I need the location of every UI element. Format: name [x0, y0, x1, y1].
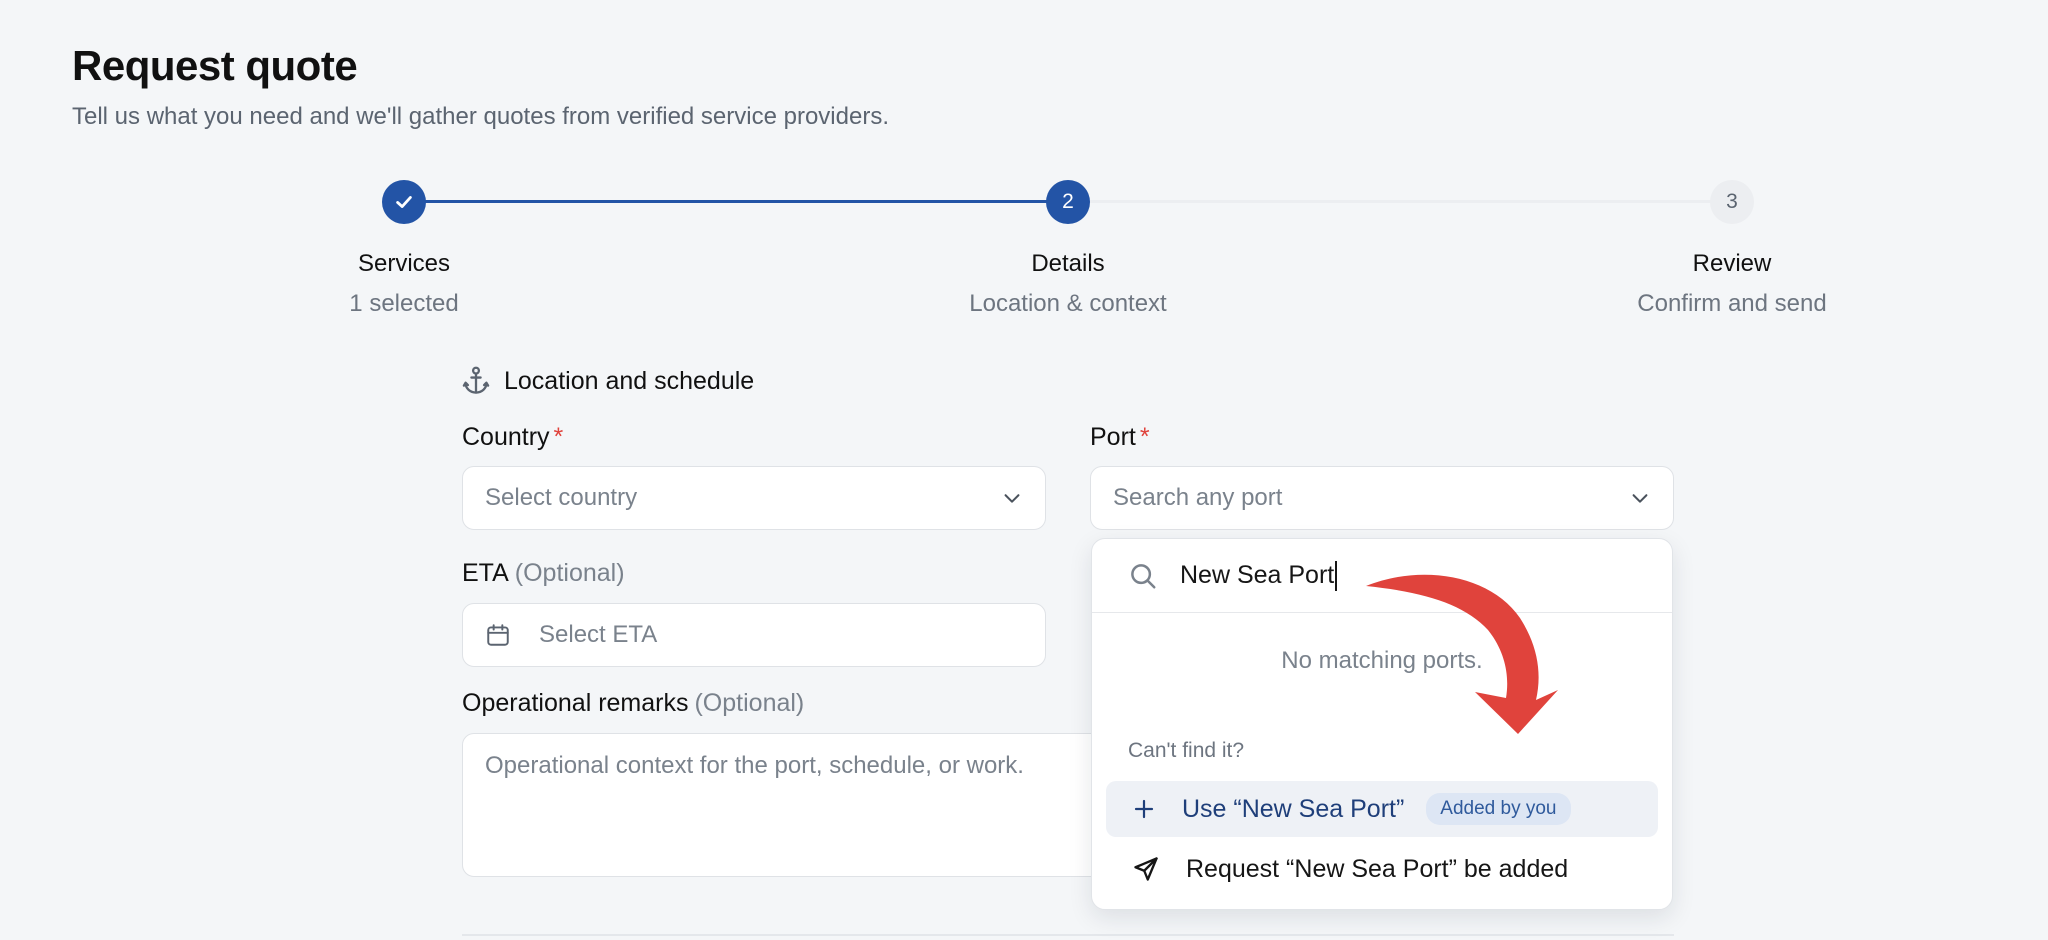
eta-date-input[interactable]: Select ETA: [462, 603, 1046, 667]
port-placeholder: Search any port: [1113, 484, 1283, 511]
progress-stepper: 2 3 Services 1 selected Details Location…: [0, 0, 2048, 330]
step-services-indicator[interactable]: [382, 180, 426, 224]
port-search-value: New Sea Port: [1180, 561, 1335, 589]
port-dropdown: New Sea Port No matching ports. Can't fi…: [1091, 538, 1673, 910]
port-label: Port *: [1090, 423, 1150, 452]
port-select[interactable]: Search any port: [1090, 466, 1674, 530]
chevron-down-icon: [1632, 494, 1648, 503]
step-review-sub: Confirm and send: [1637, 290, 1827, 317]
no-results-message: No matching ports.: [1281, 647, 1483, 674]
calendar-icon: [487, 624, 509, 646]
search-icon: [1131, 563, 1156, 588]
use-custom-port-label: Use “New Sea Port”: [1182, 794, 1405, 823]
eta-label: ETA (Optional): [462, 559, 625, 588]
port-search-value-wrap: New Sea Port: [1180, 560, 1338, 591]
step-review-indicator: 3: [1710, 180, 1754, 224]
remarks-placeholder: Operational context for the port, schedu…: [485, 752, 1024, 779]
cant-find-heading: Can't find it?: [1128, 739, 1245, 762]
country-label: Country *: [462, 423, 563, 452]
section-header: Location and schedule: [462, 366, 754, 396]
step-details-label[interactable]: Details: [918, 250, 1218, 278]
optional-hint: (Optional): [514, 559, 625, 587]
port-label-text: Port: [1090, 423, 1136, 451]
use-custom-port-option[interactable]: Use “New Sea Port” Added by you: [1106, 781, 1658, 837]
remarks-label-text: Operational remarks: [462, 689, 689, 717]
remarks-label: Operational remarks (Optional): [462, 689, 804, 718]
port-search-input[interactable]: New Sea Port: [1092, 539, 1672, 613]
stepper-line-upcoming: [1068, 200, 1732, 203]
step-services-sub: 1 selected: [349, 290, 459, 317]
country-select[interactable]: Select country: [462, 466, 1046, 530]
form-divider: [462, 934, 1674, 936]
country-placeholder: Select country: [485, 484, 638, 511]
eta-label-text: ETA: [462, 559, 509, 587]
required-mark: *: [1139, 423, 1150, 451]
step-services-label[interactable]: Services: [254, 250, 554, 278]
request-port-label: Request “New Sea Port” be added: [1186, 854, 1569, 883]
country-label-text: Country: [462, 423, 550, 451]
request-port-option[interactable]: Request “New Sea Port” be added: [1106, 841, 1658, 897]
step-details-indicator[interactable]: 2: [1046, 180, 1090, 224]
remarks-textarea[interactable]: Operational context for the port, schedu…: [462, 733, 1162, 877]
required-mark: *: [553, 423, 564, 451]
optional-hint: (Optional): [694, 689, 805, 717]
section-title: Location and schedule: [504, 366, 755, 395]
step-review-label: Review: [1692, 250, 1772, 277]
anchor-icon: [462, 366, 490, 394]
chevron-down-icon: [1004, 494, 1020, 503]
plus-icon: [1134, 799, 1154, 819]
send-icon: [1134, 857, 1158, 881]
eta-placeholder: Select ETA: [539, 621, 658, 648]
text-cursor: [1335, 560, 1338, 591]
check-icon: [396, 196, 412, 208]
step-details-sub: Location & context: [969, 290, 1167, 317]
stepper-line-completed: [404, 200, 1068, 203]
added-by-you-badge: Added by you: [1426, 793, 1571, 825]
